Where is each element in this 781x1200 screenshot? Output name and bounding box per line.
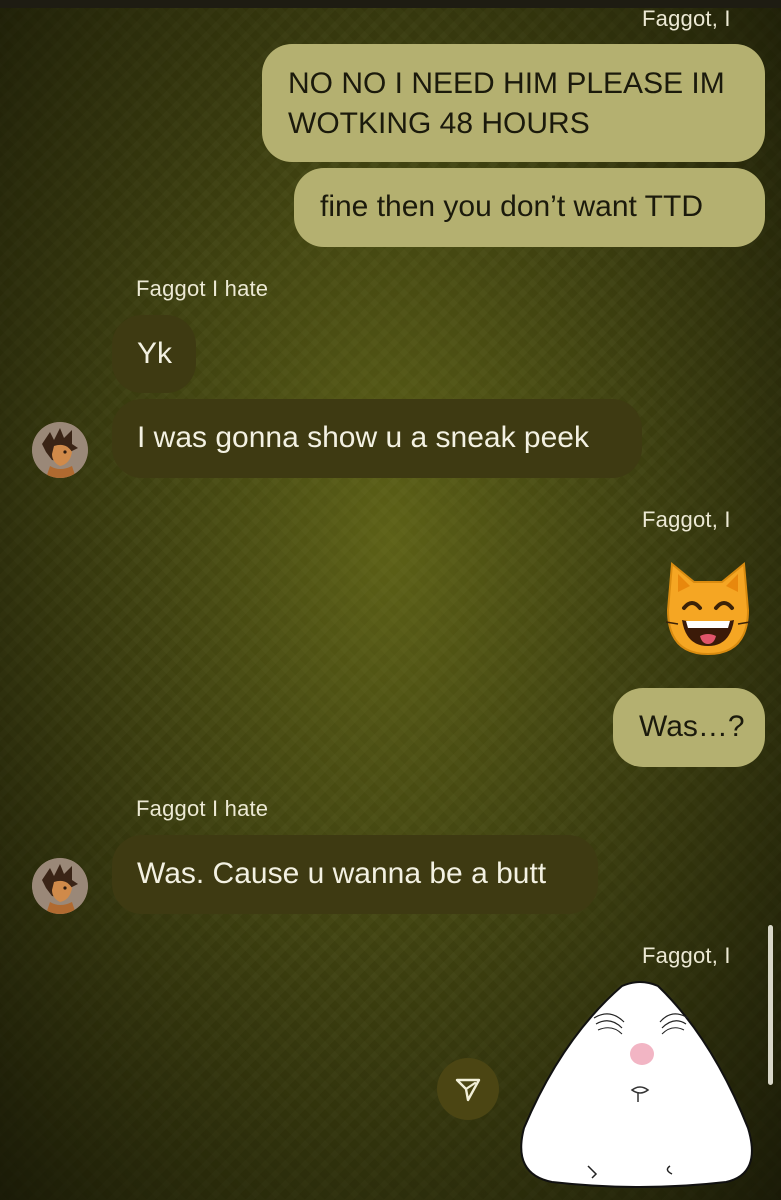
send-button[interactable]	[437, 1058, 499, 1120]
sender-label: Faggot, I	[642, 943, 731, 968]
blob-creature-icon	[520, 981, 753, 1188]
incoming-message[interactable]: Yk	[112, 315, 196, 393]
sender-label: Faggot I hate	[136, 276, 269, 301]
character-avatar-icon	[32, 422, 88, 478]
profile-avatar[interactable]	[32, 858, 88, 914]
profile-avatar[interactable]	[32, 422, 88, 478]
message-text: Yk	[137, 337, 173, 370]
character-avatar-icon	[32, 858, 88, 914]
white-blob-sticker[interactable]	[512, 978, 767, 1198]
grinning-cat-icon	[665, 562, 751, 656]
message-text: NO NO I NEED HIM PLEASE IM WOTKING 48 HO…	[288, 67, 725, 140]
message-text: I was gonna show u a sneak peek	[137, 421, 589, 454]
sender-label: Faggot, I	[642, 6, 731, 31]
incoming-message[interactable]: Was. Cause u wanna be a butt	[112, 835, 598, 914]
grinning-cat-emoji[interactable]	[664, 560, 752, 663]
incoming-message[interactable]: I was gonna show u a sneak peek	[112, 399, 642, 478]
sender-label: Faggot I hate	[136, 796, 269, 821]
message-text: fine then you don’t want TTD	[320, 190, 703, 223]
sender-label: Faggot, I	[642, 507, 731, 532]
outgoing-message[interactable]: Was…?	[613, 688, 765, 767]
scrollbar-thumb[interactable]	[768, 925, 773, 1085]
outgoing-message[interactable]: NO NO I NEED HIM PLEASE IM WOTKING 48 HO…	[262, 44, 765, 162]
outgoing-message[interactable]: fine then you don’t want TTD	[294, 168, 765, 247]
message-text: Was. Cause u wanna be a butt	[137, 857, 547, 890]
send-icon	[455, 1078, 481, 1102]
message-text: Was…?	[639, 710, 745, 743]
